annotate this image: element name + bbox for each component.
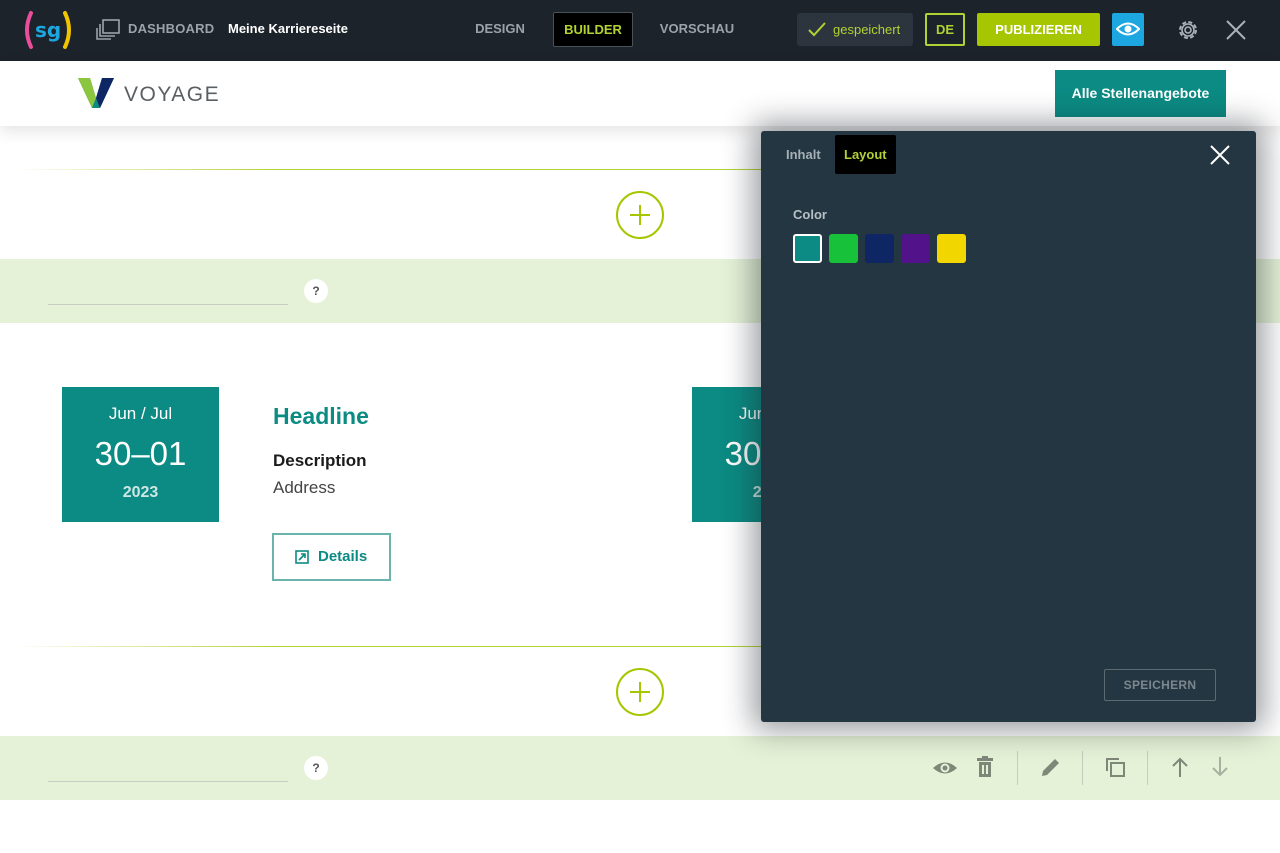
site-header: VOYAGE Alle Stellenangebote bbox=[0, 61, 1280, 126]
tab-design[interactable]: DESIGN bbox=[466, 12, 534, 47]
help-icon[interactable]: ? bbox=[304, 279, 328, 303]
language-button[interactable]: DE bbox=[925, 13, 965, 46]
event-month: Jun / Jul bbox=[108, 404, 173, 423]
tool-separator bbox=[1017, 751, 1018, 785]
event-description[interactable]: Description bbox=[273, 451, 367, 471]
builder-topbar: sg DASHBOARD Meine Karriereseite DESIGN … bbox=[0, 0, 1280, 61]
saved-status-text: gespeichert bbox=[833, 22, 901, 37]
eye-icon bbox=[1116, 22, 1140, 36]
publish-button[interactable]: PUBLIZIEREN bbox=[977, 13, 1100, 46]
close-icon[interactable] bbox=[1225, 19, 1247, 41]
color-swatch[interactable] bbox=[937, 234, 966, 263]
pencil-icon[interactable] bbox=[1040, 756, 1062, 778]
gear-icon[interactable] bbox=[1174, 16, 1202, 44]
add-section-button[interactable] bbox=[616, 191, 664, 239]
site-name-title: Meine Karriereseite bbox=[228, 21, 348, 36]
event-days: 30–01 bbox=[94, 435, 187, 472]
section-divider bbox=[14, 169, 774, 170]
settings-panel: Inhalt Layout Color SPEICHERN bbox=[761, 131, 1256, 722]
color-swatch[interactable] bbox=[901, 234, 930, 263]
section-toolbar-band: ? bbox=[0, 736, 1280, 800]
sg-logo-text: sg bbox=[35, 18, 61, 42]
event-year: 2023 bbox=[122, 484, 159, 501]
trash-icon[interactable] bbox=[976, 756, 994, 778]
sg-logo-icon[interactable]: sg bbox=[22, 10, 74, 50]
section-name-field[interactable] bbox=[48, 304, 288, 305]
brand-name: VOYAGE bbox=[124, 83, 221, 106]
event-address[interactable]: Address bbox=[273, 478, 335, 498]
all-jobs-button[interactable]: Alle Stellenangebote bbox=[1055, 70, 1226, 117]
color-swatch[interactable] bbox=[829, 234, 858, 263]
help-icon[interactable]: ? bbox=[304, 756, 328, 780]
event-headline[interactable]: Headline bbox=[273, 403, 369, 430]
tab-content[interactable]: Inhalt bbox=[777, 135, 830, 174]
save-button[interactable]: SPEICHERN bbox=[1104, 669, 1216, 701]
close-icon[interactable] bbox=[1210, 145, 1230, 165]
details-button[interactable]: Details bbox=[272, 533, 391, 581]
arrow-up-icon[interactable] bbox=[1170, 756, 1190, 778]
details-label: Details bbox=[318, 548, 368, 565]
color-swatch[interactable] bbox=[865, 234, 894, 263]
tool-separator bbox=[1147, 751, 1148, 785]
add-section-button[interactable] bbox=[616, 668, 664, 716]
tool-separator bbox=[1082, 751, 1083, 785]
event-date-box: Jun / Jul 30–01 2023 bbox=[62, 387, 219, 522]
section-name-field[interactable] bbox=[48, 781, 288, 782]
tab-preview[interactable]: VORSCHAU bbox=[652, 12, 742, 47]
dashboard-link[interactable]: DASHBOARD bbox=[128, 21, 214, 36]
external-link-icon bbox=[295, 550, 309, 564]
eye-icon[interactable] bbox=[932, 756, 958, 780]
layers-icon[interactable] bbox=[95, 19, 121, 41]
tab-layout[interactable]: Layout bbox=[835, 135, 896, 174]
color-swatch[interactable] bbox=[793, 234, 822, 263]
duplicate-icon[interactable] bbox=[1104, 756, 1126, 778]
check-icon bbox=[808, 22, 826, 37]
arrow-down-icon[interactable] bbox=[1210, 756, 1230, 778]
tab-builder[interactable]: BUILDER bbox=[553, 12, 633, 47]
color-label: Color bbox=[793, 207, 827, 222]
preview-button[interactable] bbox=[1112, 13, 1144, 46]
voyage-logo-icon bbox=[78, 78, 114, 108]
saved-status-badge: gespeichert bbox=[797, 13, 913, 46]
section-divider bbox=[14, 646, 774, 647]
